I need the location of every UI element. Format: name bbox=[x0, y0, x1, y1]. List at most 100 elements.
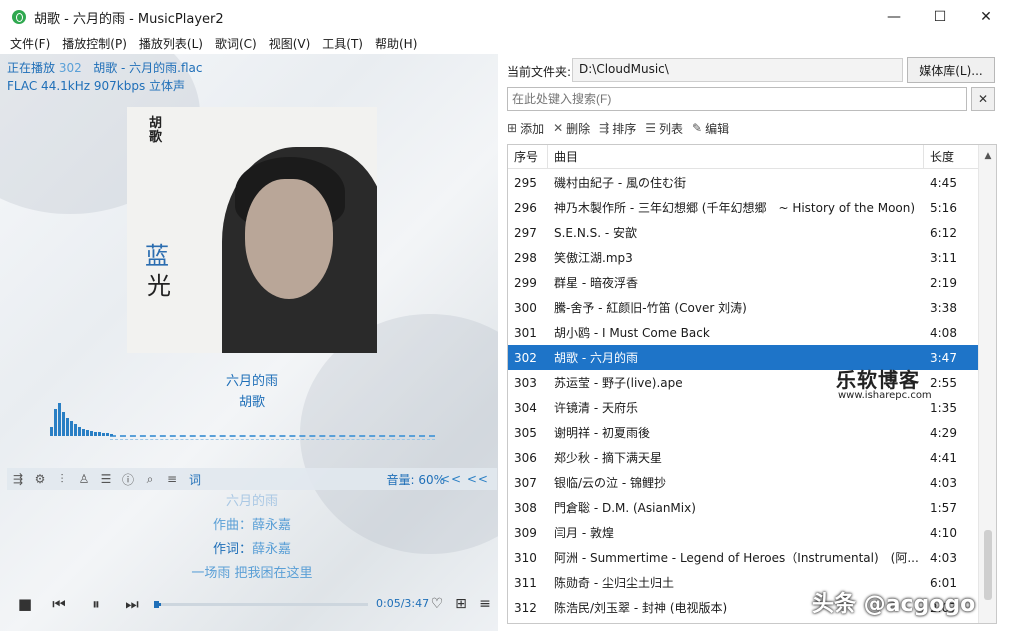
track-row[interactable]: 307银临/云の泣 - 锦鲤抄4:03 bbox=[508, 470, 978, 495]
spectrum-bar bbox=[82, 429, 85, 436]
album-face bbox=[245, 179, 333, 299]
track-title: 笑傲江湖.mp3 bbox=[548, 249, 924, 266]
track-row[interactable]: 305谢明祥 - 初夏雨後4:29 bbox=[508, 420, 978, 445]
track-length: 3:38 bbox=[924, 301, 978, 315]
track-index: 309 bbox=[508, 526, 548, 540]
list-icon[interactable]: ≡ bbox=[161, 469, 183, 489]
search-input[interactable] bbox=[507, 87, 967, 111]
add-button[interactable]: ⊞添加 bbox=[507, 120, 544, 137]
maximize-button[interactable]: ☐ bbox=[917, 0, 963, 34]
track-index: 298 bbox=[508, 251, 548, 265]
track-title: 群星 - 暗夜浮香 bbox=[548, 274, 924, 291]
spectrum-baseline bbox=[110, 435, 435, 437]
menu-playlist[interactable]: 播放列表(L) bbox=[133, 34, 209, 54]
volume-label[interactable]: 音量: 60% bbox=[386, 471, 445, 488]
equalizer-icon[interactable]: ⫶ bbox=[51, 469, 73, 489]
track-index: 308 bbox=[508, 501, 548, 515]
author-watermark: 头条 @acgogo bbox=[812, 586, 975, 618]
pause-icon[interactable]: ⏸ bbox=[85, 593, 107, 615]
progress-bar[interactable] bbox=[156, 603, 368, 606]
info-icon[interactable]: ⓘ bbox=[117, 469, 139, 489]
next-icon[interactable]: ⏭ bbox=[121, 593, 143, 615]
track-index: 297 bbox=[508, 226, 548, 240]
spectrum-bar bbox=[102, 433, 105, 436]
track-index: 305 bbox=[508, 426, 548, 440]
heart-icon[interactable]: ♡ bbox=[426, 593, 448, 615]
scrollbar[interactable]: ▲ bbox=[978, 145, 996, 623]
menu-view[interactable]: 视图(V) bbox=[263, 34, 317, 54]
playlist-icon[interactable]: ⇶ bbox=[7, 469, 29, 489]
track-row[interactable]: 296神乃木製作所 - 三年幻想郷 (千年幻想郷 ~ History of th… bbox=[508, 195, 978, 220]
track-length: 3:47 bbox=[924, 351, 978, 365]
album-cover: 胡歌 蓝 光 bbox=[127, 107, 377, 353]
header-length[interactable]: 长度 bbox=[924, 145, 978, 169]
lyricist-label: 作词： bbox=[213, 542, 252, 557]
spectrum-bar bbox=[50, 427, 53, 436]
song-title: 六月的雨 bbox=[0, 370, 498, 389]
collapse-arrows[interactable]: << << bbox=[440, 472, 489, 486]
delete-label: 删除 bbox=[566, 120, 590, 137]
track-title: 阿洲 - Summertime - Legend of Heroes（Instr… bbox=[548, 549, 924, 566]
track-row[interactable]: 300騰-舍予 - 紅颜旧-竹笛 (Cover 刘涛)3:38 bbox=[508, 295, 978, 320]
playlist-menu-icon[interactable]: ≡ bbox=[474, 593, 496, 615]
album-text-blue: 蓝 bbox=[145, 242, 175, 270]
edit-icon: ✎ bbox=[692, 121, 702, 135]
menu-lyrics[interactable]: 歌词(C) bbox=[209, 34, 263, 54]
track-row[interactable]: 310阿洲 - Summertime - Legend of Heroes（In… bbox=[508, 545, 978, 570]
track-row[interactable]: 297S.E.N.S. - 安歆6:12 bbox=[508, 220, 978, 245]
stop-icon[interactable]: ■ bbox=[14, 593, 36, 615]
track-title: 門倉聡 - D.M. (AsianMix) bbox=[548, 499, 924, 516]
scroll-up-icon[interactable]: ▲ bbox=[979, 149, 997, 163]
scroll-thumb[interactable] bbox=[984, 530, 992, 600]
close-button[interactable]: ✕ bbox=[963, 0, 1009, 34]
album-text-top: 胡歌 bbox=[149, 117, 165, 145]
search-icon[interactable]: ⌕ bbox=[139, 469, 161, 489]
spectrum-bar bbox=[74, 424, 77, 436]
spectrum-bar bbox=[94, 432, 97, 436]
track-row[interactable]: 298笑傲江湖.mp33:11 bbox=[508, 245, 978, 270]
menu-tools[interactable]: 工具(T) bbox=[316, 34, 369, 54]
spectrum-bar bbox=[98, 432, 101, 436]
track-length: 5:16 bbox=[924, 201, 978, 215]
track-length: 4:10 bbox=[924, 526, 978, 540]
delete-icon: ✕ bbox=[553, 121, 563, 135]
track-row[interactable]: 301胡小鸥 - I Must Come Back4:08 bbox=[508, 320, 978, 345]
menu-play-control[interactable]: 播放控制(P) bbox=[56, 34, 133, 54]
app-icon bbox=[12, 10, 26, 24]
lyric-button[interactable]: 词 bbox=[189, 471, 201, 488]
track-row[interactable]: 306郑少秋 - 摘下满天星4:41 bbox=[508, 445, 978, 470]
sort-icon: ⇶ bbox=[599, 121, 609, 135]
window-title: 胡歌 - 六月的雨 - MusicPlayer2 bbox=[34, 8, 224, 27]
header-title[interactable]: 曲目 bbox=[548, 145, 924, 169]
search-clear-button[interactable]: ✕ bbox=[971, 87, 995, 111]
delete-button[interactable]: ✕删除 bbox=[553, 120, 590, 137]
edit-button[interactable]: ✎编辑 bbox=[692, 120, 729, 137]
menu-file[interactable]: 文件(F) bbox=[4, 34, 56, 54]
now-playing-line: 正在播放 302 胡歌 - 六月的雨.flac bbox=[7, 59, 203, 76]
list-button[interactable]: ☰列表 bbox=[645, 120, 683, 137]
media-library-button[interactable]: 媒体库(L)... bbox=[907, 57, 995, 83]
progress-knob[interactable] bbox=[154, 601, 159, 608]
menu-help[interactable]: 帮助(H) bbox=[369, 34, 423, 54]
track-index: 302 bbox=[508, 351, 548, 365]
track-title: 谢明祥 - 初夏雨後 bbox=[548, 424, 924, 441]
spectrum-bar bbox=[58, 403, 61, 436]
previous-icon[interactable]: ⏮ bbox=[48, 593, 70, 615]
spectrum-bar bbox=[106, 433, 109, 436]
track-row[interactable]: 299群星 - 暗夜浮香2:19 bbox=[508, 270, 978, 295]
track-title: 许镜清 - 天府乐 bbox=[548, 399, 924, 416]
settings-icon[interactable]: ⚙ bbox=[29, 469, 51, 489]
menu-icon[interactable]: ☰ bbox=[95, 469, 117, 489]
grid-icon[interactable]: ⊞ bbox=[450, 593, 472, 615]
minimize-button[interactable]: — bbox=[871, 0, 917, 34]
window-controls: — ☐ ✕ bbox=[871, 0, 1009, 34]
list-icon: ☰ bbox=[645, 121, 656, 135]
track-row[interactable]: 308門倉聡 - D.M. (AsianMix)1:57 bbox=[508, 495, 978, 520]
skin-icon[interactable]: ♙ bbox=[73, 469, 95, 489]
track-row[interactable]: 295磯村由紀子 - 風の住む街4:45 bbox=[508, 170, 978, 195]
sort-button[interactable]: ⇶排序 bbox=[599, 120, 636, 137]
track-row[interactable]: 309闫月 - 敦煌4:10 bbox=[508, 520, 978, 545]
album-text-black: 光 bbox=[147, 272, 177, 300]
header-index[interactable]: 序号 bbox=[508, 145, 548, 169]
track-index: 304 bbox=[508, 401, 548, 415]
